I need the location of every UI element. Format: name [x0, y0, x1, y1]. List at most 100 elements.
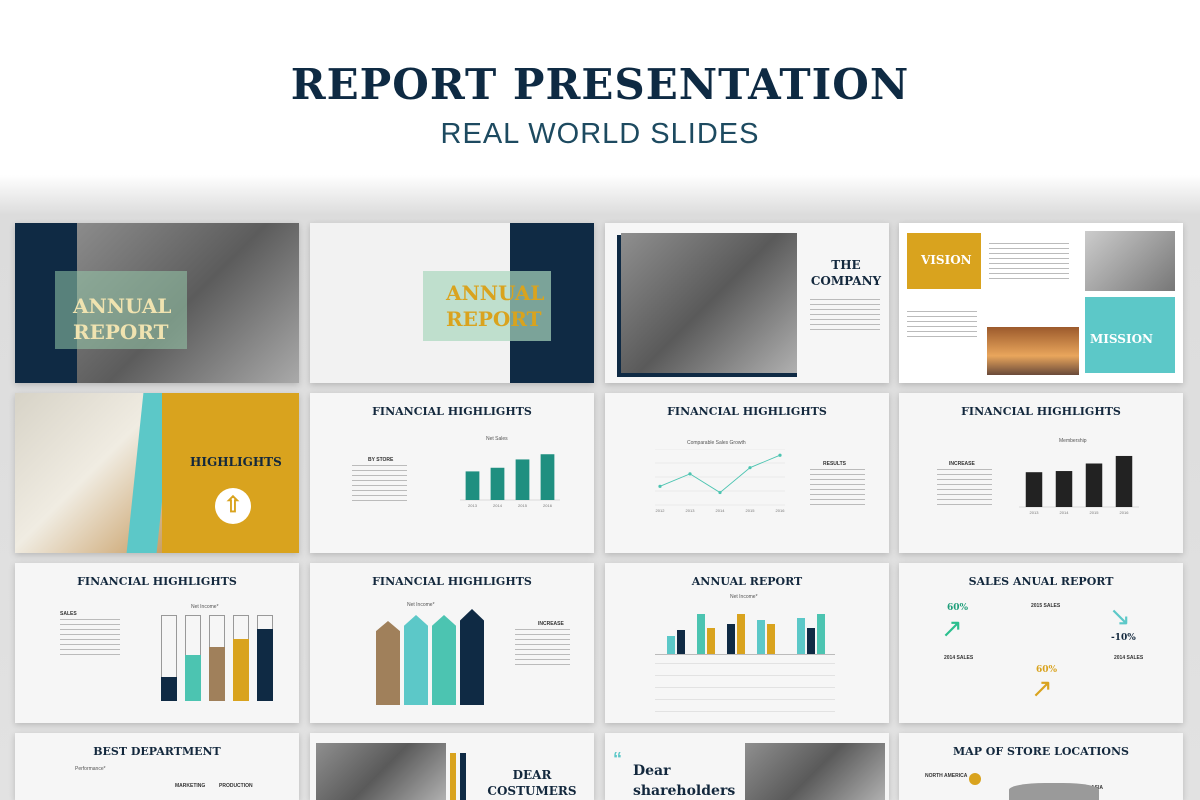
side-heading: RESULTS	[823, 461, 846, 467]
trend-up-icon: ↗	[1031, 673, 1053, 703]
page-title: REPORT PRESENTATION	[290, 60, 910, 109]
slide-title: FINANCIAL HIGHLIGHTS	[372, 575, 532, 588]
rubiks-photo	[1085, 231, 1175, 291]
slide-title: ANNUAL REPORT	[691, 575, 803, 588]
arrow-bar-3	[432, 615, 456, 705]
chart-title: Net Income*	[191, 604, 219, 610]
slide-dear-shareholders[interactable]: “ Dear shareholders	[605, 733, 889, 800]
slide-title: FINANCIAL HIGHLIGHTS	[77, 575, 237, 588]
slide-annual-report-light[interactable]: ANNUAL REPORT	[310, 223, 594, 383]
gold-stripe	[450, 753, 456, 800]
bar	[807, 628, 815, 654]
side-heading: INCREASE	[538, 621, 564, 627]
chart-title: Membership	[1059, 438, 1087, 444]
bar-2015	[515, 459, 530, 500]
membership-chart: 2013 2014 2015 2016	[1019, 455, 1139, 515]
bar	[797, 618, 805, 654]
percent-label: 60%	[947, 603, 969, 613]
slide-title: DEAR COSTUMERS	[470, 767, 594, 799]
sales-label: 2014 SALES	[944, 655, 974, 661]
tick-label: 2014	[1060, 510, 1070, 515]
tick-label: 2015	[518, 503, 528, 508]
side-text	[515, 629, 570, 665]
point-2012	[658, 484, 662, 488]
bar	[757, 620, 765, 654]
sales-growth-chart: 2012 2013 2014 2015 2016	[655, 449, 785, 513]
slide-dear-costumers[interactable]: DEAR COSTUMERS	[310, 733, 594, 800]
slide-annual-report-chart[interactable]: ANNUAL REPORT Net Income*	[605, 563, 889, 723]
slide-sales-annual-report[interactable]: SALES ANUAL REPORT 60% ↗ -10% ↘ 60% ↗ 20…	[899, 563, 1183, 723]
side-heading: SALES	[60, 611, 77, 617]
series-line	[659, 454, 781, 494]
quote-icon: “	[613, 749, 622, 769]
bar	[677, 630, 685, 654]
chart-title: Net Sales	[486, 436, 508, 442]
arrow-bar-4	[460, 609, 484, 705]
bar-2015	[1085, 463, 1103, 507]
bar-5	[257, 629, 273, 701]
stacked-bar-chart	[155, 615, 273, 701]
arrow-bar-2	[404, 615, 428, 705]
slide-title: Dear shareholders	[633, 761, 735, 800]
slide-annual-report-dark[interactable]: ANNUAL REPORT	[15, 223, 299, 383]
slide-the-company[interactable]: THE COMPANY	[605, 223, 889, 383]
bar-2016	[540, 454, 555, 500]
trend-down-icon: ↘	[1109, 601, 1131, 631]
mission-text	[907, 311, 977, 341]
title-line-1: Dear	[633, 763, 671, 779]
slide-financial-sales-growth[interactable]: FINANCIAL HIGHLIGHTS Comparable Sales Gr…	[605, 393, 889, 553]
grouped-bar-chart	[655, 607, 835, 655]
slide-title: FINANCIAL HIGHLIGHTS	[372, 405, 532, 418]
point-2013	[688, 472, 692, 476]
slide-financial-membership[interactable]: FINANCIAL HIGHLIGHTS INCREASE Membership…	[899, 393, 1183, 553]
body-text	[810, 299, 880, 333]
title-line-1: ANNUAL	[73, 294, 172, 318]
tick-label: 2016	[776, 508, 785, 513]
bar	[697, 614, 705, 654]
side-heading: BY STORE	[368, 457, 394, 463]
slide-financial-net-income-bars[interactable]: FINANCIAL HIGHLIGHTS SALES Net Income*	[15, 563, 299, 723]
point-2016	[778, 453, 782, 457]
slide-map-store-locations[interactable]: MAP OF STORE LOCATIONS NORTH AMERICA ASI…	[899, 733, 1183, 800]
bar-2013	[1025, 472, 1043, 507]
slide-vision-mission[interactable]: VISION MISSION	[899, 223, 1183, 383]
point-2015	[748, 466, 752, 470]
slide-highlights[interactable]: HIGHLIGHTS ⇧	[15, 393, 299, 553]
arrow-up-icon: ⇧	[215, 488, 251, 524]
bar-3	[209, 647, 225, 701]
map-marker-icon	[969, 773, 981, 785]
world-map	[1009, 783, 1099, 800]
tick-label: 2016	[543, 503, 553, 508]
slide-title: MAP OF STORE LOCATIONS	[952, 745, 1130, 758]
rocket-photo	[987, 327, 1079, 375]
vision-text	[989, 243, 1069, 283]
bar	[727, 624, 735, 654]
slide-financial-net-sales[interactable]: FINANCIAL HIGHLIGHTS BY STORE Net Sales …	[310, 393, 594, 553]
vision-label: VISION	[921, 253, 972, 267]
side-heading: INCREASE	[949, 461, 975, 467]
slide-best-department[interactable]: BEST DEPARTMENT Performance* MARKETING P…	[15, 733, 299, 800]
slide-title: FINANCIAL HIGHLIGHTS	[667, 405, 827, 418]
title-line-2: shareholders	[633, 783, 736, 799]
sales-label: 2015 SALES	[1031, 603, 1061, 609]
title-line-1: THE	[831, 258, 861, 272]
crowd-photo	[745, 743, 885, 800]
slide-title: THE COMPANY	[803, 257, 889, 289]
woman-photo	[316, 743, 446, 800]
slide-financial-net-income-arrows[interactable]: FINANCIAL HIGHLIGHTS Net Income* INCREAS…	[310, 563, 594, 723]
title-line-2: COSTUMERS	[487, 784, 577, 798]
department-label: MARKETING	[175, 783, 206, 789]
department-label: PRODUCTION	[219, 783, 253, 789]
tick-label: 2012	[656, 508, 666, 513]
region-label: NORTH AMERICA	[925, 773, 968, 779]
slide-title: SALES ANUAL REPORT	[968, 575, 1114, 588]
chart-title: Net Income*	[730, 594, 758, 600]
tick-label: 2014	[716, 508, 726, 513]
point-2014	[718, 490, 722, 495]
slide-title: ANNUAL REPORT	[446, 280, 545, 332]
trend-up-icon: ↗	[941, 613, 963, 643]
slide-title: HIGHLIGHTS	[190, 455, 282, 469]
tick-label: 2015	[746, 508, 756, 513]
tick-label: 2013	[468, 503, 478, 508]
navy-stripe	[460, 753, 466, 800]
